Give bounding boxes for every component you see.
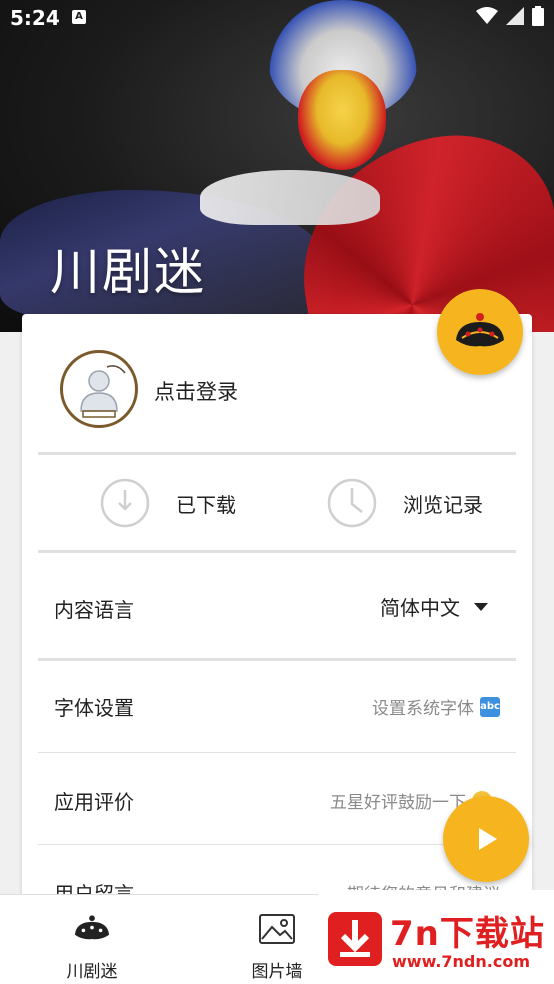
divider bbox=[38, 550, 516, 553]
abc-icon: abc bbox=[480, 696, 500, 717]
nav-item-home[interactable]: 川剧迷 bbox=[32, 913, 152, 982]
download-arrow-icon bbox=[328, 912, 382, 966]
status-icons bbox=[476, 6, 544, 26]
downloaded-label: 已下载 bbox=[176, 492, 236, 517]
opera-mask-fab[interactable] bbox=[437, 289, 523, 375]
avatar[interactable] bbox=[60, 350, 138, 428]
status-time: 5:24 bbox=[10, 6, 60, 30]
downloaded-button[interactable]: 已下载 bbox=[100, 478, 236, 528]
quick-actions-row: 已下载 浏览记录 bbox=[22, 454, 532, 552]
banner-art-mask bbox=[298, 70, 386, 170]
content-language-row[interactable]: 内容语言 简体中文 bbox=[22, 562, 532, 654]
divider bbox=[38, 752, 516, 753]
banner-art-collar bbox=[200, 170, 380, 225]
nav-label-home: 川剧迷 bbox=[66, 962, 118, 982]
history-label: 浏览记录 bbox=[403, 492, 483, 517]
default-avatar-icon bbox=[80, 365, 126, 418]
history-clock-icon bbox=[327, 478, 377, 528]
download-clock-icon bbox=[100, 478, 150, 528]
app-rating-hint: 五星好评鼓励一下 bbox=[330, 793, 466, 813]
play-fab[interactable] bbox=[443, 796, 529, 882]
app-title: 川剧迷 bbox=[50, 243, 206, 301]
login-prompt[interactable]: 点击登录 bbox=[154, 376, 238, 406]
font-settings-hint: 设置系统字体 bbox=[372, 699, 474, 719]
opera-crown-icon bbox=[74, 915, 110, 940]
font-settings-row[interactable]: 字体设置 设置系统字体 abc bbox=[22, 660, 532, 752]
notification-icon: A bbox=[72, 10, 86, 24]
opera-crown-icon bbox=[456, 313, 504, 347]
app-rating-label: 应用评价 bbox=[54, 790, 134, 814]
language-select[interactable]: 简体中文 bbox=[380, 592, 488, 621]
language-value: 简体中文 bbox=[380, 596, 460, 620]
content-language-label: 内容语言 bbox=[54, 598, 134, 622]
dropdown-caret-icon bbox=[474, 602, 488, 611]
signal-icon bbox=[506, 7, 524, 25]
font-settings-value: 设置系统字体 abc bbox=[372, 694, 500, 719]
watermark: 7n下载站 www.7ndn.com bbox=[318, 890, 554, 984]
wifi-icon bbox=[476, 7, 498, 24]
font-settings-label: 字体设置 bbox=[54, 696, 134, 720]
watermark-title: 7n下载站 bbox=[390, 914, 545, 954]
history-button[interactable]: 浏览记录 bbox=[327, 478, 483, 528]
play-icon bbox=[479, 828, 497, 850]
status-bar: 5:24 A bbox=[0, 0, 554, 36]
battery-icon bbox=[532, 6, 544, 26]
watermark-url: www.7ndn.com bbox=[392, 952, 530, 971]
image-icon bbox=[259, 914, 295, 944]
header-banner: 川剧迷 bbox=[0, 0, 554, 332]
